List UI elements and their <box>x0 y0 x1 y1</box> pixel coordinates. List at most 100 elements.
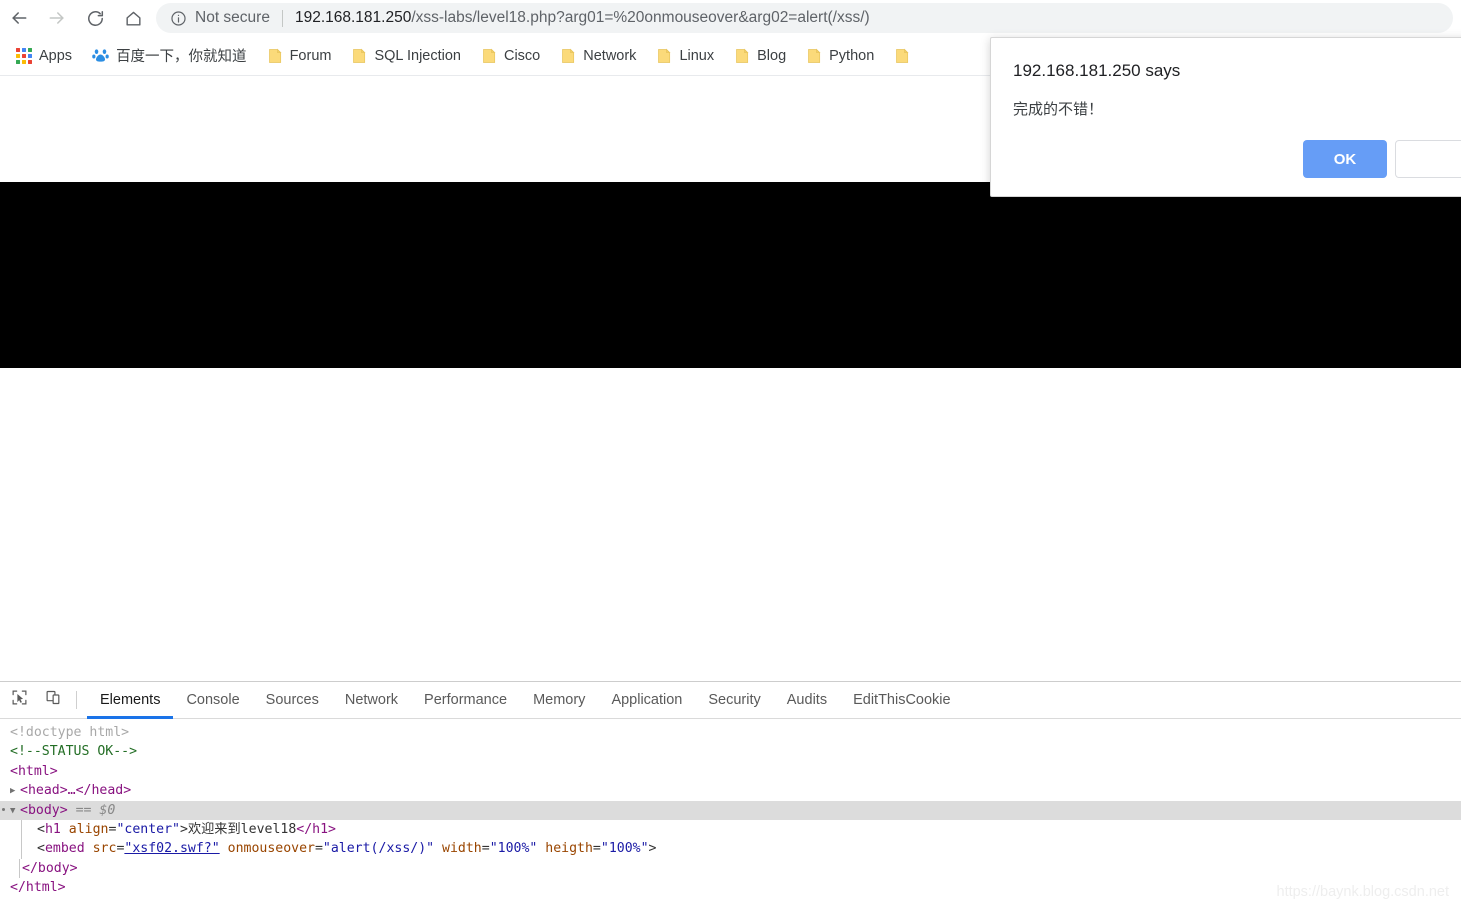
bookmark-apps[interactable]: Apps <box>8 42 80 70</box>
bookmark-python[interactable]: Python <box>798 42 882 70</box>
address-bar[interactable]: Not secure 192.168.181.250/xss-labs/leve… <box>156 3 1453 33</box>
folder-icon <box>560 48 576 64</box>
omnibox-divider <box>281 9 283 27</box>
bookmark-forum[interactable]: Forum <box>259 42 340 70</box>
url-path: /xss-labs/level18.php?arg01=%20onmouseov… <box>411 9 870 26</box>
bookmark-label: 百度一下，你就知道 <box>116 49 247 65</box>
folder-icon <box>806 48 822 64</box>
dom-row-h1[interactable]: <h1 align="center">欢迎来到level18</h1> <box>0 819 1461 840</box>
home-icon <box>124 9 143 28</box>
embed-width-attr-value: "100%" <box>489 841 538 857</box>
tab-application[interactable]: Application <box>598 682 695 719</box>
tab-performance[interactable]: Performance <box>411 682 520 719</box>
dom-row-embed[interactable]: <embed src="xsf02.swf?" onmouseover="ale… <box>0 839 1461 859</box>
embed-heigth-attr-value: "100%" <box>600 841 649 857</box>
h1-align-attr-value: "center" <box>116 821 180 837</box>
embed-src-attr-value[interactable]: "xsf02.swf?" <box>124 841 219 856</box>
expand-head-caret[interactable] <box>10 782 20 801</box>
device-toolbar-button[interactable] <box>38 686 68 714</box>
reload-button[interactable] <box>76 0 114 36</box>
toolbar-divider <box>76 691 77 709</box>
tab-audits[interactable]: Audits <box>774 682 840 719</box>
h1-text-node: 欢迎来到level18 <box>187 821 297 837</box>
dialog-title: 192.168.181.250 says <box>1013 61 1181 80</box>
dom-row-body-close[interactable]: </body> <box>0 858 1461 879</box>
h1-align-attr-name: align <box>68 821 109 837</box>
tree-guide-line <box>19 858 20 879</box>
security-status-label: Not secure <box>195 9 270 26</box>
body-open-tag: <body> <box>20 802 68 818</box>
watermark-text: https://baynk.blog.csdn.net <box>1276 884 1450 900</box>
folder-icon <box>734 48 750 64</box>
selected-node-marker: == $0 <box>75 802 116 818</box>
tab-memory[interactable]: Memory <box>520 682 598 719</box>
folder-icon <box>351 48 367 64</box>
devtools-panel: Elements Console Sources Network Perform… <box>0 681 1461 906</box>
bookmark-network[interactable]: Network <box>552 42 644 70</box>
cancel-button[interactable] <box>1395 140 1461 178</box>
doctype-text: <!doctype html> <box>10 725 130 740</box>
folder-icon <box>481 48 497 64</box>
folder-icon <box>267 48 283 64</box>
h1-tag-name: h1 <box>44 821 61 837</box>
embed-width-attr-name: width <box>442 841 482 857</box>
embed-src-attr-name: src <box>92 841 117 857</box>
html-close-tag: </html> <box>10 880 66 896</box>
ok-button[interactable]: OK <box>1303 140 1387 178</box>
dom-row-html-open[interactable]: <html> <box>0 762 1461 781</box>
collapse-body-caret[interactable] <box>10 802 20 821</box>
body-close-tag: </body> <box>22 860 78 876</box>
bookmark-label: Cisco <box>503 47 541 64</box>
tab-security[interactable]: Security <box>695 682 773 719</box>
tab-elements[interactable]: Elements <box>87 682 174 719</box>
info-circle-icon[interactable] <box>170 10 187 27</box>
tab-network[interactable]: Network <box>332 682 411 719</box>
bookmark-sql-injection[interactable]: SQL Injection <box>343 42 469 70</box>
tab-console[interactable]: Console <box>173 682 252 719</box>
head-collapsed-tag: <head>…</head> <box>20 783 132 799</box>
tab-editthiscookie[interactable]: EditThisCookie <box>840 682 964 719</box>
bookmark-label: Forum <box>289 47 332 64</box>
home-button[interactable] <box>114 0 152 36</box>
bookmark-blog[interactable]: Blog <box>726 42 794 70</box>
bookmark-label: Python <box>829 47 875 64</box>
tab-sources[interactable]: Sources <box>253 682 332 719</box>
bookmark-cisco[interactable]: Cisco <box>473 42 548 70</box>
inspect-element-button[interactable] <box>4 686 34 714</box>
bookmark-baidu[interactable]: 百度一下，你就知道 <box>84 42 255 70</box>
baidu-icon <box>92 47 109 64</box>
bookmark-overflow[interactable] <box>886 42 925 70</box>
javascript-alert-dialog: 192.168.181.250 says 完成的不错！ OK <box>990 37 1461 197</box>
h1-close-tag: </h1> <box>296 821 336 837</box>
dom-tree[interactable]: <!doctype html> <!--STATUS OK--> <html> … <box>0 720 1461 907</box>
arrow-left-icon <box>9 8 29 28</box>
dom-row-head[interactable]: <head>…</head> <box>0 781 1461 800</box>
embed-flash-object[interactable] <box>0 182 1461 368</box>
embed-onmouseover-attr-value: "alert(/xss/)" <box>322 841 435 857</box>
device-toolbar-icon <box>45 689 62 711</box>
dom-row-doctype: <!doctype html> <box>0 723 1461 742</box>
dom-row-body-open[interactable]: <body> == $0 <box>0 800 1461 821</box>
reload-icon <box>86 9 105 28</box>
tree-guide-line <box>21 819 22 840</box>
url-text[interactable]: 192.168.181.250/xss-labs/level18.php?arg… <box>295 9 870 27</box>
url-host: 192.168.181.250 <box>294 9 412 26</box>
back-button[interactable] <box>0 0 38 36</box>
tree-guide-line <box>21 839 22 859</box>
embed-heigth-attr-name: heigth <box>545 841 593 857</box>
bookmark-linux[interactable]: Linux <box>648 42 722 70</box>
bookmark-label: Apps <box>39 47 73 64</box>
bookmark-label: Blog <box>757 47 787 64</box>
browser-toolbar: Not secure 192.168.181.250/xss-labs/leve… <box>0 0 1461 36</box>
html-open-tag: <html> <box>10 763 58 779</box>
forward-button <box>38 0 76 36</box>
embed-onmouseover-attr-name: onmouseover <box>227 841 315 857</box>
folder-icon <box>894 48 910 64</box>
breakpoint-dot <box>2 807 5 811</box>
bookmark-label: Network <box>583 47 637 64</box>
bookmark-label: Linux <box>679 47 715 64</box>
apps-grid-icon <box>16 47 32 64</box>
dialog-message: 完成的不错！ <box>1013 101 1104 118</box>
dom-row-html-close[interactable]: </html> <box>0 878 1461 897</box>
dom-row-comment: <!--STATUS OK--> <box>0 742 1461 761</box>
